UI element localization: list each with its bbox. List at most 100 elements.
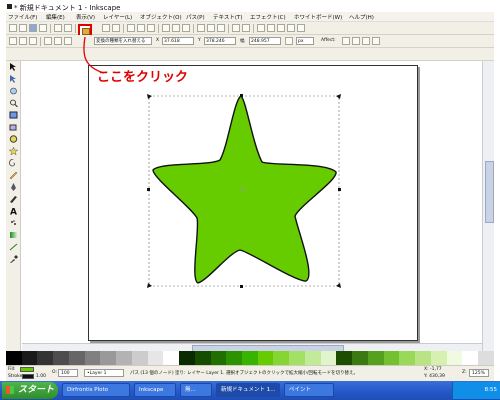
- zoom-page-icon[interactable]: [182, 24, 190, 32]
- text-font-icon[interactable]: [267, 24, 275, 32]
- palette-swatch[interactable]: [53, 351, 69, 365]
- palette-swatch[interactable]: [352, 351, 368, 365]
- print-icon[interactable]: [39, 24, 47, 32]
- vertical-scroll-thumb[interactable]: [485, 161, 494, 223]
- preferences-icon[interactable]: [297, 24, 305, 32]
- palette-swatch[interactable]: [242, 351, 258, 365]
- spiral-icon[interactable]: [9, 159, 18, 167]
- palette-swatch[interactable]: [226, 351, 243, 365]
- palette-swatch[interactable]: [336, 351, 353, 365]
- menu-effect[interactable]: エフェクト(C): [250, 13, 286, 21]
- scale-corners-icon[interactable]: [352, 37, 360, 45]
- palette-swatch[interactable]: [367, 351, 384, 365]
- palette-swatch[interactable]: [37, 351, 54, 365]
- task-3[interactable]: 無...: [180, 383, 212, 397]
- page-area[interactable]: [88, 65, 418, 341]
- rotate-cw-icon[interactable]: [54, 37, 62, 45]
- text-icon[interactable]: A: [9, 207, 18, 216]
- transform-gradient-icon[interactable]: [362, 37, 370, 45]
- palette-swatch[interactable]: [21, 351, 38, 365]
- menu-layer[interactable]: レイヤー(L): [103, 13, 132, 21]
- menu-file[interactable]: ファイル(F): [8, 13, 37, 21]
- paste-icon[interactable]: [147, 24, 155, 32]
- duplicate-icon[interactable]: [197, 24, 205, 32]
- color-palette[interactable]: [6, 351, 494, 365]
- deselect-icon[interactable]: [29, 37, 37, 45]
- opacity-field[interactable]: 100: [58, 369, 78, 377]
- rotate-ccw-icon[interactable]: [44, 37, 52, 45]
- xml-editor-icon[interactable]: [277, 24, 285, 32]
- clone-icon[interactable]: [207, 24, 215, 32]
- palette-swatch[interactable]: [131, 351, 148, 365]
- vertical-scrollbar[interactable]: [482, 61, 494, 351]
- menu-help[interactable]: ヘルプ(H): [349, 13, 374, 21]
- palette-swatch[interactable]: [147, 351, 164, 365]
- copy-icon[interactable]: [127, 24, 135, 32]
- tweak-icon[interactable]: [9, 87, 18, 95]
- palette-swatch[interactable]: [179, 351, 195, 365]
- select-arrow-icon[interactable]: [9, 63, 18, 71]
- menu-object[interactable]: オブジェクト(O): [140, 13, 182, 21]
- node-edit-icon[interactable]: [9, 75, 18, 83]
- task-5[interactable]: ペイント: [284, 383, 334, 397]
- menu-path[interactable]: パス(P): [186, 13, 205, 21]
- width-field[interactable]: 248.957: [249, 37, 281, 45]
- lock-icon[interactable]: [285, 37, 293, 45]
- zoom-field[interactable]: 125%: [469, 369, 489, 377]
- palette-swatch[interactable]: [304, 351, 321, 365]
- layer-select[interactable]: •Layer 1: [84, 369, 124, 377]
- undo-icon[interactable]: [102, 24, 110, 32]
- palette-swatch[interactable]: [430, 351, 447, 365]
- start-button[interactable]: スタート: [2, 382, 58, 399]
- fill-swatch[interactable]: [20, 367, 34, 372]
- palette-swatch[interactable]: [116, 351, 132, 365]
- unit-select[interactable]: px: [296, 37, 314, 45]
- palette-swatch[interactable]: [100, 351, 117, 365]
- cut-icon[interactable]: [137, 24, 145, 32]
- gradient-icon[interactable]: [9, 231, 18, 239]
- pen-icon[interactable]: [9, 183, 18, 191]
- export-icon[interactable]: [64, 24, 72, 32]
- palette-swatch[interactable]: [84, 351, 101, 365]
- new-document-icon[interactable]: [9, 24, 17, 32]
- palette-swatch[interactable]: [68, 351, 85, 365]
- stroke-swatch[interactable]: [22, 374, 34, 379]
- palette-swatch[interactable]: [320, 351, 337, 365]
- save-icon[interactable]: [29, 24, 37, 32]
- palette-swatch[interactable]: [194, 351, 211, 365]
- zoom-selection-icon[interactable]: [162, 24, 170, 32]
- fill-stroke-icon[interactable]: [257, 24, 265, 32]
- zoom-icon[interactable]: [9, 99, 18, 107]
- palette-swatch[interactable]: [399, 351, 416, 365]
- open-icon[interactable]: [19, 24, 27, 32]
- scale-stroke-icon[interactable]: [342, 37, 350, 45]
- palette-swatch[interactable]: [210, 351, 227, 365]
- dropper-icon[interactable]: [9, 255, 18, 263]
- flip-horizontal-icon[interactable]: [64, 37, 72, 45]
- align-distribute-icon[interactable]: [287, 24, 295, 32]
- group-icon[interactable]: [232, 24, 240, 32]
- menu-edit[interactable]: 編集(E): [46, 13, 65, 21]
- zoom-drawing-icon[interactable]: [172, 24, 180, 32]
- connector-icon[interactable]: [9, 243, 18, 251]
- palette-swatch[interactable]: [446, 351, 463, 365]
- calligraphy-icon[interactable]: [9, 195, 18, 203]
- select-all-layers-icon[interactable]: [19, 37, 27, 45]
- task-4-active[interactable]: 新規ドキュメント 1...: [216, 383, 280, 397]
- task-1[interactable]: Dirfrontis Ploto: [62, 383, 130, 397]
- x-field[interactable]: 37.618: [162, 37, 194, 45]
- task-2[interactable]: Inkscape: [134, 383, 176, 397]
- palette-swatch[interactable]: [257, 351, 274, 365]
- spray-icon[interactable]: [9, 219, 18, 227]
- rectangle-icon[interactable]: [9, 111, 18, 119]
- palette-swatch[interactable]: [163, 351, 180, 365]
- palette-swatch[interactable]: [478, 351, 494, 365]
- y-field[interactable]: 378.246: [204, 37, 236, 45]
- palette-swatch[interactable]: [415, 351, 431, 365]
- horizontal-scrollbar[interactable]: [22, 343, 482, 352]
- menu-text[interactable]: テキスト(T): [213, 13, 243, 21]
- unlink-clone-icon[interactable]: [217, 24, 225, 32]
- palette-swatch[interactable]: [273, 351, 290, 365]
- palette-swatch[interactable]: [462, 351, 479, 365]
- import-icon[interactable]: [54, 24, 62, 32]
